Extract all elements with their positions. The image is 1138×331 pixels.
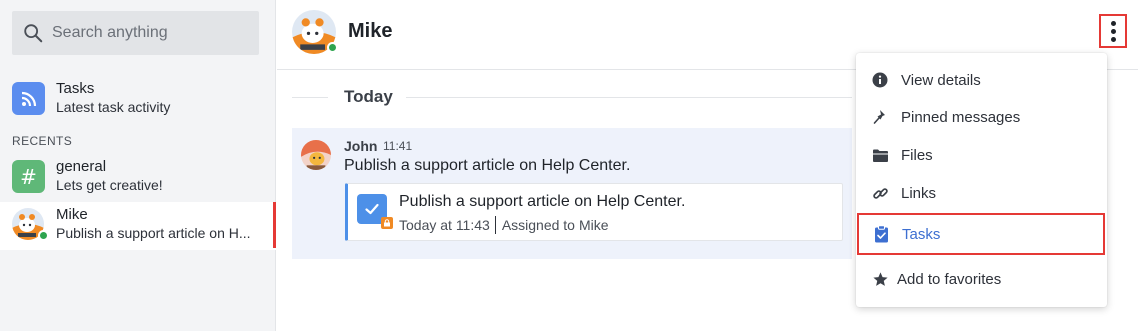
sidebar-item-subtitle: Lets get creative!	[56, 177, 163, 193]
clipboard-check-icon	[872, 225, 890, 243]
online-status-dot	[327, 42, 338, 53]
info-icon	[871, 71, 889, 89]
menu-item-label: Add to favorites	[897, 270, 1002, 288]
message-author[interactable]: John	[344, 138, 377, 154]
message-text: Publish a support article on Help Center…	[344, 157, 631, 174]
sidebar-item-title: Tasks	[56, 80, 95, 97]
menu-item-label: Pinned messages	[901, 108, 1021, 126]
sidebar-item-subtitle: Latest task activity	[56, 99, 171, 115]
sidebar-item-mike[interactable]: Mike Publish a support article on H...	[0, 202, 276, 250]
task-time: Today at 11:43	[399, 217, 490, 233]
online-status-dot	[38, 230, 49, 241]
menu-item-tasks[interactable]: Tasks	[857, 213, 1105, 255]
task-card[interactable]: Publish a support article on Help Center…	[345, 183, 843, 241]
day-separator: Today	[344, 87, 393, 106]
task-meta: Today at 11:43 Assigned to Mike	[399, 216, 609, 234]
sidebar-item-title: general	[56, 158, 107, 175]
divider	[406, 97, 852, 98]
search-input[interactable]	[52, 24, 242, 42]
conversation-title: Mike	[348, 20, 393, 42]
task-title: Publish a support article on Help Center…	[399, 193, 686, 210]
sidebar-item-title: Mike	[56, 206, 88, 223]
recents-heading: RECENTS	[12, 134, 73, 148]
menu-item-label: Links	[901, 184, 937, 202]
menu-item-links[interactable]: Links	[856, 174, 1107, 212]
divider	[494, 216, 496, 234]
kebab-menu-icon[interactable]	[1099, 14, 1127, 48]
sidebar: Tasks Latest task activity RECENTS # gen…	[0, 0, 276, 331]
sidebar-item-general[interactable]: # general Lets get creative!	[0, 154, 276, 202]
task-assigned-label: Assigned to	[501, 217, 575, 233]
menu-item-label: Tasks	[902, 225, 941, 243]
star-icon	[871, 270, 889, 288]
task-assignee: Mike	[578, 217, 609, 233]
hash-icon: #	[12, 160, 45, 193]
menu-item-label: Files	[901, 146, 933, 164]
lock-icon	[381, 217, 393, 229]
menu-item-add-to-favorites[interactable]: Add to favorites	[856, 260, 1107, 298]
rss-icon	[12, 82, 45, 115]
active-indicator	[273, 202, 276, 248]
search-box[interactable]	[12, 11, 259, 55]
menu-item-label: View details	[901, 71, 981, 89]
message: John 11:41 Publish a support article on …	[292, 128, 852, 259]
menu-item-view-details[interactable]: View details	[856, 61, 1107, 99]
divider	[292, 97, 328, 98]
folder-icon	[871, 146, 889, 164]
search-icon	[24, 24, 43, 43]
link-icon	[871, 184, 889, 202]
menu-item-files[interactable]: Files	[856, 136, 1107, 174]
message-time: 11:41	[383, 139, 413, 153]
pin-icon	[871, 108, 889, 126]
menu-item-pinned-messages[interactable]: Pinned messages	[856, 98, 1107, 136]
sidebar-item-subtitle: Publish a support article on H...	[56, 225, 251, 241]
sidebar-item-tasks[interactable]: Tasks Latest task activity	[0, 76, 276, 124]
conversation-options-menu: View details Pinned messages Files Links	[856, 53, 1107, 307]
avatar[interactable]	[301, 140, 331, 170]
